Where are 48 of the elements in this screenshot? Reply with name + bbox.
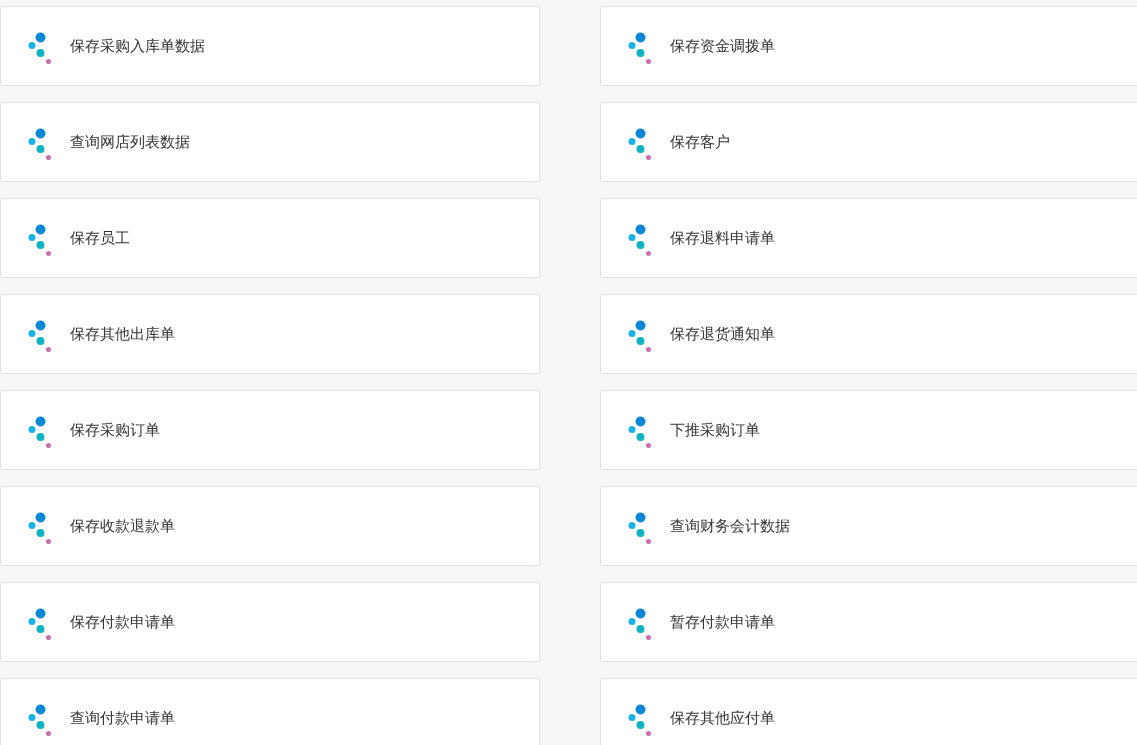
operation-label: 保存其他出库单 [70,323,175,345]
dots-icon [628,415,652,449]
operation-label: 保存退货通知单 [670,323,775,345]
dots-icon [28,127,52,161]
operation-card[interactable]: 保存客户 [600,102,1137,182]
operation-label: 下推采购订单 [670,419,760,441]
operation-card[interactable]: 保存采购入库单数据 [0,6,540,86]
operation-label: 保存采购订单 [70,419,160,441]
dots-icon [628,319,652,353]
operation-label: 保存资金调拨单 [670,35,775,57]
operation-label: 保存客户 [670,131,730,153]
dots-icon [28,319,52,353]
operation-card[interactable]: 查询付款申请单 [0,678,540,745]
dots-icon [28,31,52,65]
operation-card[interactable]: 保存员工 [0,198,540,278]
dots-icon [628,703,652,737]
operation-card[interactable]: 保存其他出库单 [0,294,540,374]
operation-card[interactable]: 保存付款申请单 [0,582,540,662]
operation-label: 保存收款退款单 [70,515,175,537]
operation-label: 查询网店列表数据 [70,131,190,153]
operation-card[interactable]: 保存其他应付单 [600,678,1137,745]
operation-label: 查询财务会计数据 [670,515,790,537]
operation-card[interactable]: 查询网店列表数据 [0,102,540,182]
operation-card[interactable]: 保存资金调拨单 [600,6,1137,86]
operation-label: 查询付款申请单 [70,707,175,729]
operation-card[interactable]: 保存采购订单 [0,390,540,470]
operation-card[interactable]: 查询财务会计数据 [600,486,1137,566]
dots-icon [628,223,652,257]
operation-card[interactable]: 保存退料申请单 [600,198,1137,278]
operation-label: 保存其他应付单 [670,707,775,729]
operation-label: 保存员工 [70,227,130,249]
operation-card[interactable]: 保存收款退款单 [0,486,540,566]
operation-label: 保存退料申请单 [670,227,775,249]
dots-icon [628,607,652,641]
dots-icon [628,127,652,161]
dots-icon [28,223,52,257]
operation-card[interactable]: 保存退货通知单 [600,294,1137,374]
operation-label: 保存采购入库单数据 [70,35,205,57]
dots-icon [28,703,52,737]
dots-icon [28,415,52,449]
dots-icon [628,31,652,65]
operation-label: 保存付款申请单 [70,611,175,633]
dots-icon [28,511,52,545]
operation-label: 暂存付款申请单 [670,611,775,633]
dots-icon [28,607,52,641]
operation-card[interactable]: 下推采购订单 [600,390,1137,470]
dots-icon [628,511,652,545]
operation-card[interactable]: 暂存付款申请单 [600,582,1137,662]
